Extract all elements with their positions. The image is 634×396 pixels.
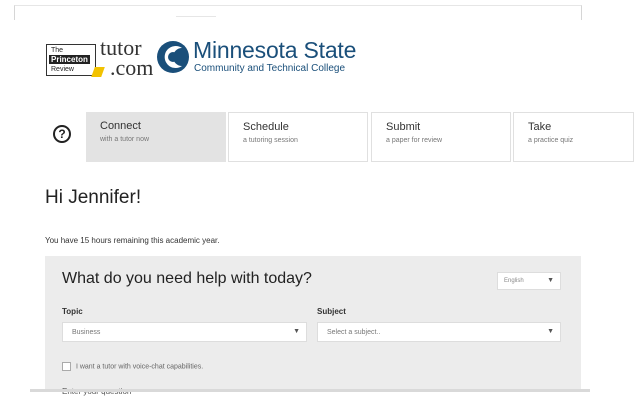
voice-chat-label: I want a tutor with voice-chat capabilit… (75, 363, 204, 371)
logo-text-com: .com (110, 55, 154, 80)
step-title: Schedule (243, 121, 289, 133)
greeting-heading: Hi Jennifer! (45, 187, 142, 208)
caret-down-icon: ▼ (547, 277, 554, 284)
topic-label: Topic (62, 307, 83, 316)
language-value: English (504, 278, 524, 284)
logo-text-princeton: Princeton (49, 55, 90, 64)
college-name: Minnesota State (193, 37, 357, 63)
help-step[interactable]: ? (39, 112, 86, 162)
step-take[interactable]: Take a practice quiz (513, 112, 634, 162)
voice-chat-option[interactable]: I want a tutor with voice-chat capabilit… (62, 362, 203, 371)
voice-chat-checkbox[interactable] (62, 362, 71, 371)
minnesota-state-logo-icon (157, 41, 189, 73)
step-subtitle: a practice quiz (528, 137, 574, 144)
question-icon[interactable]: ? (53, 125, 71, 143)
service-steps: ? Connect with a tutor now Schedule a tu… (39, 112, 634, 162)
logo-text-review: Review (51, 66, 74, 73)
panel-title: What do you need help with today? (62, 270, 312, 287)
princeton-review-logo: The Princeton Review (46, 44, 105, 77)
subject-label: Subject (317, 307, 346, 316)
caret-down-icon: ▼ (293, 328, 300, 335)
step-title: Connect (100, 120, 141, 132)
language-select[interactable]: English ▼ (497, 272, 561, 290)
step-schedule[interactable]: Schedule a tutoring session (228, 112, 368, 162)
topic-select[interactable]: Business ▼ (62, 322, 307, 342)
step-subtitle: a paper for review (386, 137, 443, 144)
tutor-com-logo: tutor .com (100, 37, 154, 80)
subject-select[interactable]: Select a subject.. ▼ (317, 322, 561, 342)
hours-remaining-text: You have 15 hours remaining this academi… (45, 236, 220, 245)
topic-value: Business (72, 329, 101, 336)
step-connect[interactable]: Connect with a tutor now (86, 112, 226, 162)
subject-placeholder: Select a subject.. (327, 329, 381, 336)
caret-down-icon: ▼ (547, 328, 554, 335)
step-title: Submit (386, 121, 421, 133)
step-subtitle: with a tutor now (100, 136, 150, 143)
logo-text-the: The (51, 47, 64, 54)
window-frame (14, 5, 582, 20)
college-subtitle: Community and Technical College (194, 63, 346, 74)
step-subtitle: a tutoring session (243, 137, 298, 144)
frame-divider (176, 16, 216, 17)
help-request-panel: What do you need help with today? Englis… (45, 256, 581, 396)
step-submit[interactable]: Submit a paper for review (371, 112, 511, 162)
step-title: Take (528, 121, 552, 133)
